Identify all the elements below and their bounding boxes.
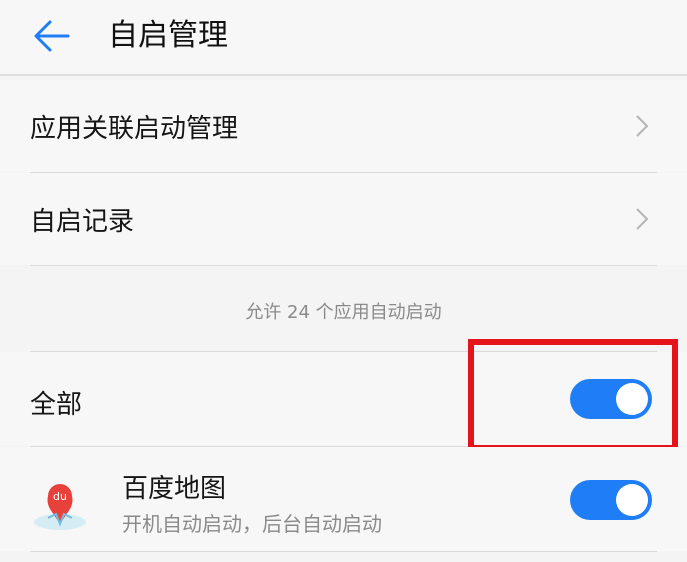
- menu-item-label: 自启记录: [30, 207, 135, 237]
- all-apps-toggle[interactable]: [570, 379, 652, 419]
- baidu-maps-icon: du: [34, 484, 86, 530]
- page-title: 自启管理: [108, 18, 228, 53]
- chevron-right-icon: [636, 208, 649, 230]
- app-name: 百度地图: [122, 474, 227, 504]
- back-button[interactable]: [30, 16, 74, 56]
- divider: [30, 551, 657, 552]
- all-apps-label: 全部: [30, 390, 83, 420]
- menu-item-related-launch[interactable]: 应用关联启动管理: [0, 80, 687, 172]
- baidu-maps-toggle[interactable]: [570, 480, 652, 520]
- divider: [30, 265, 657, 266]
- app-header: 自启管理: [0, 0, 687, 76]
- all-apps-row: 全部: [0, 352, 687, 446]
- menu-item-label: 应用关联启动管理: [30, 114, 239, 144]
- app-subtitle: 开机自动启动，后台自动启动: [122, 512, 382, 536]
- svg-text:du: du: [53, 490, 67, 503]
- toggle-knob: [616, 383, 648, 415]
- section-note: 允许 24 个应用自动启动: [245, 302, 442, 323]
- toggle-knob: [616, 484, 648, 516]
- chevron-right-icon: [636, 115, 649, 137]
- back-arrow-icon: [34, 20, 70, 52]
- menu-item-launch-records[interactable]: 自启记录: [0, 173, 687, 265]
